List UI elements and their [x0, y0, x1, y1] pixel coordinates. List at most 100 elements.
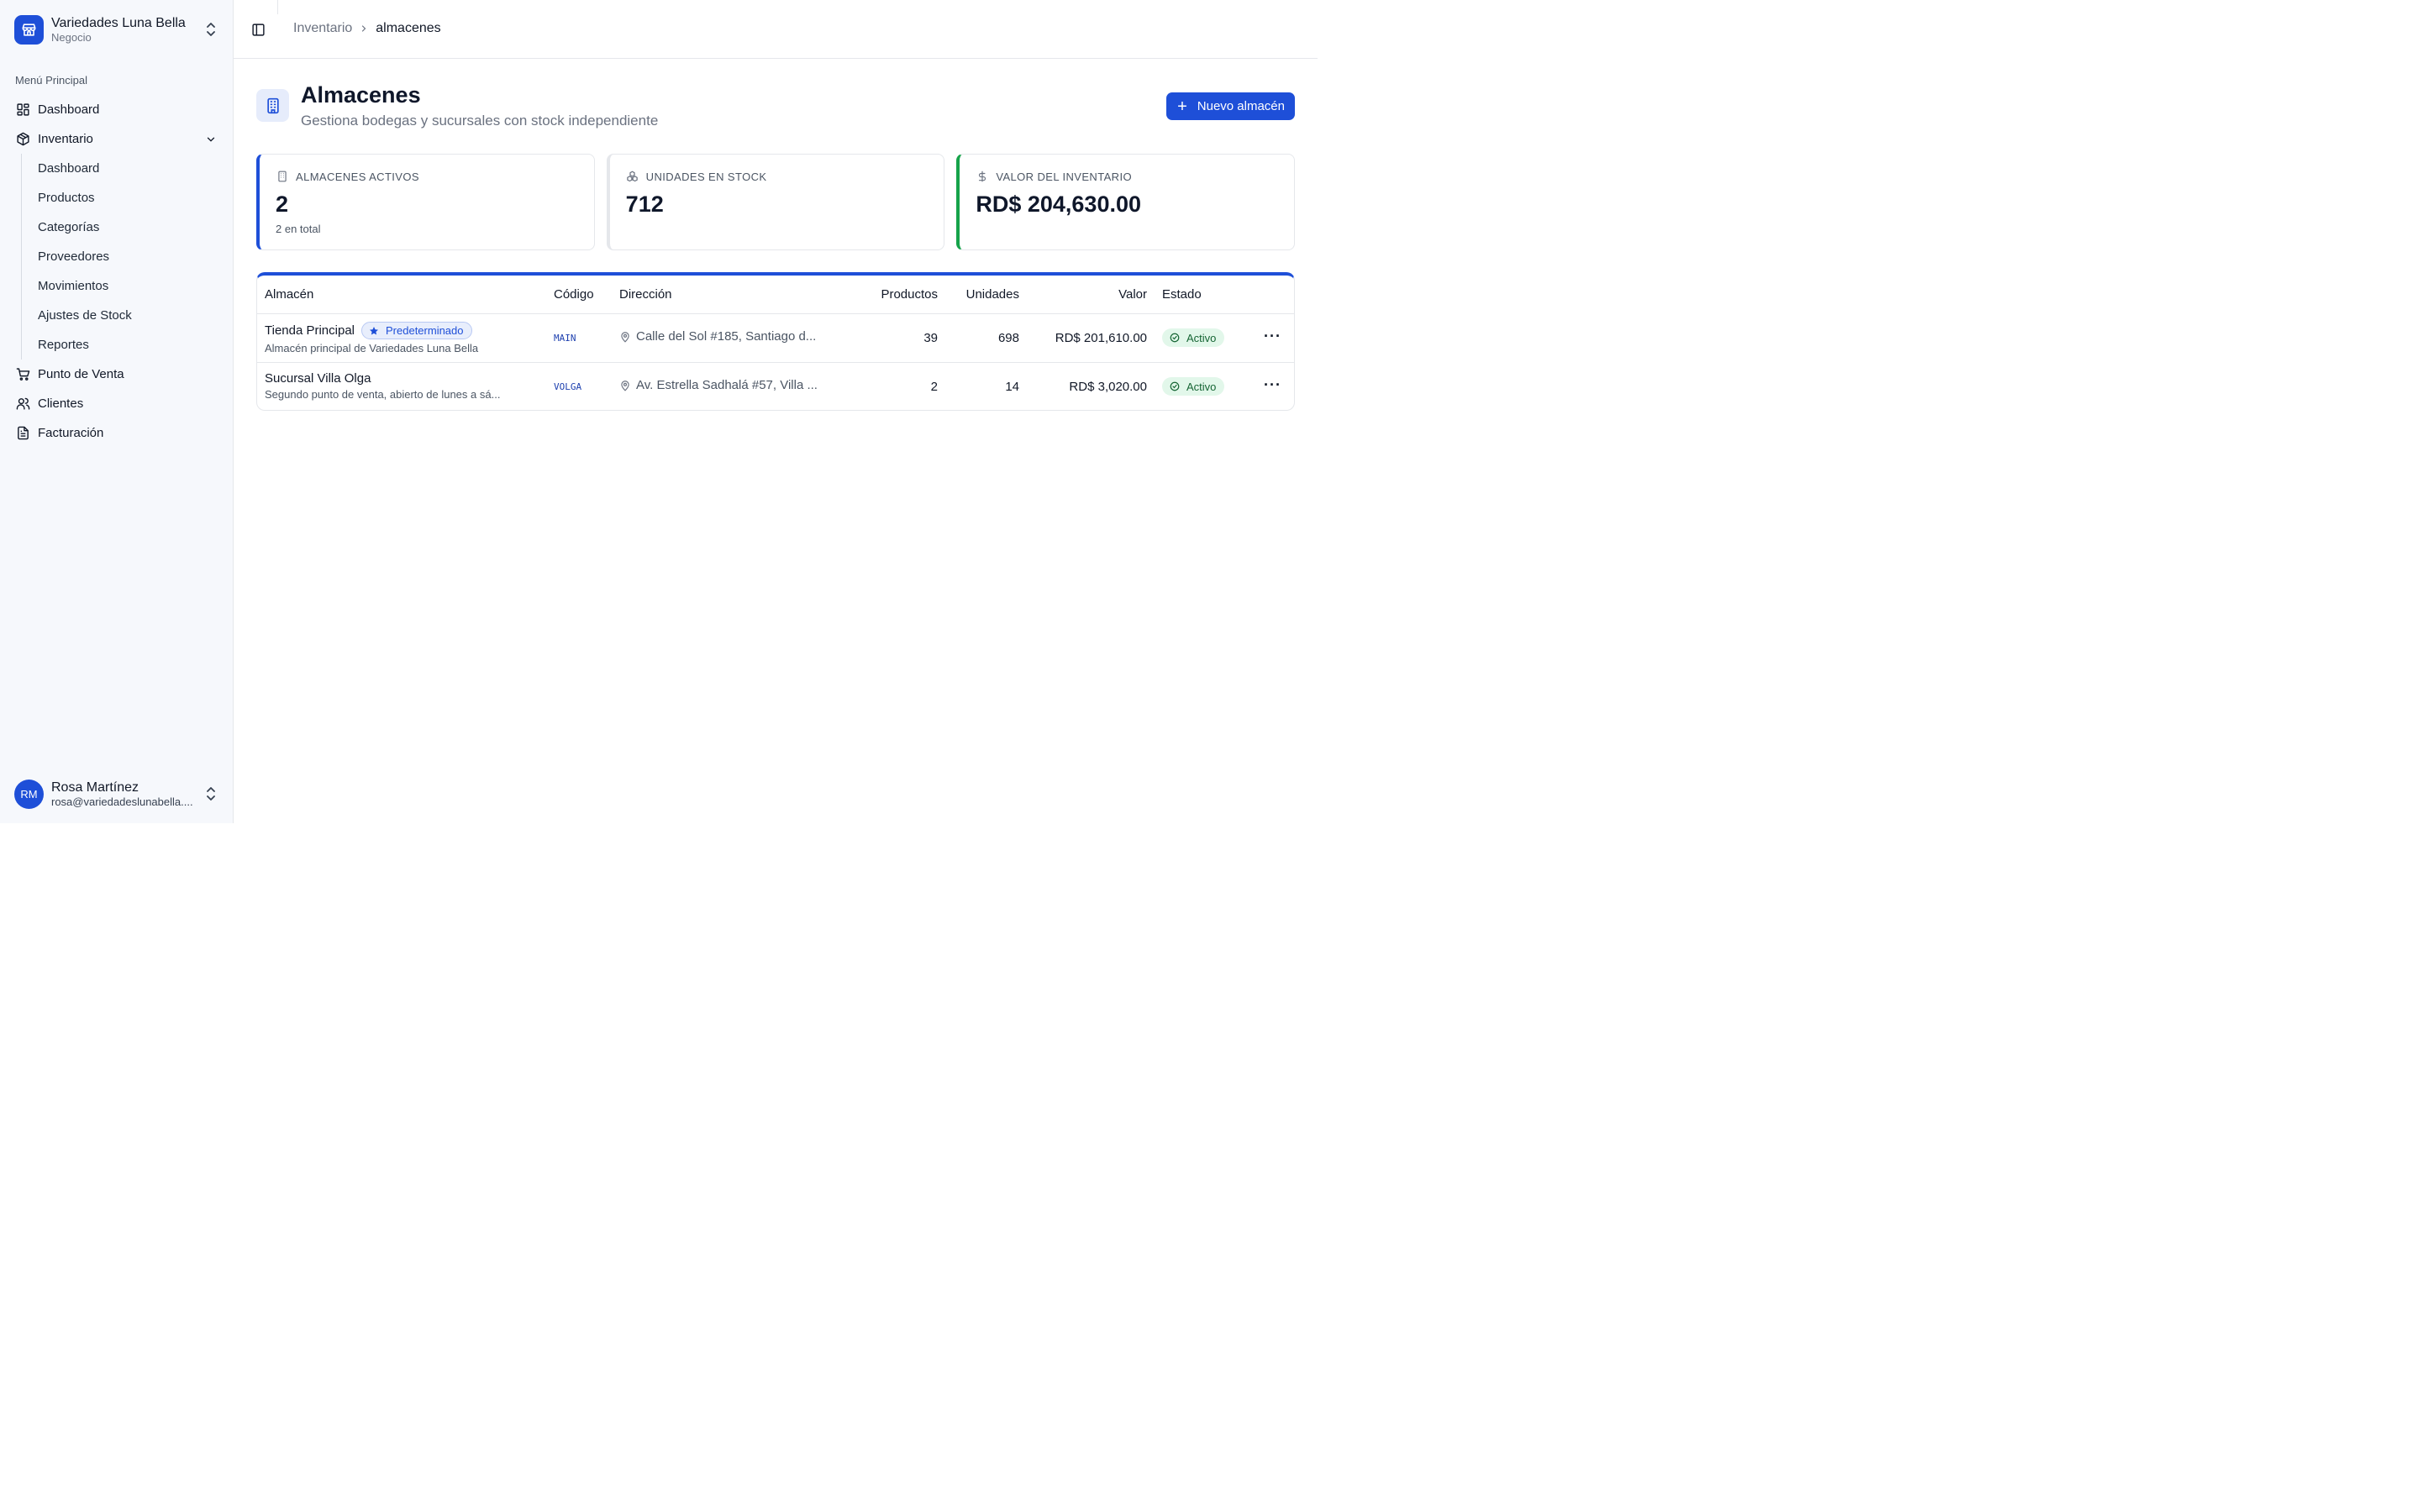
- warehouse-units: 14: [1005, 380, 1019, 394]
- chevrons-up-down-icon: [207, 787, 215, 801]
- menu-section-label: Menú Principal: [15, 74, 87, 87]
- column-header-address[interactable]: Dirección: [619, 287, 672, 302]
- stat-label: VALOR DEL INVENTARIO: [996, 170, 1132, 183]
- warehouse-address: Av. Estrella Sadhalá #57, Villa ...: [636, 378, 818, 392]
- sidebar-subitem-movimientos[interactable]: Movimientos: [38, 271, 225, 301]
- breadcrumb-current: almacenes: [376, 21, 441, 35]
- sidebar-item-label: Inventario: [38, 132, 93, 146]
- cart-icon: [15, 367, 30, 382]
- sidebar-item-punto-de-venta[interactable]: Punto de Venta: [8, 360, 225, 389]
- stat-card-active-warehouses: ALMACENES ACTIVOS 2 2 en total: [256, 154, 595, 250]
- sidebar-item-label: Punto de Venta: [38, 367, 124, 381]
- sidebar-item-facturacion[interactable]: Facturación: [8, 418, 225, 448]
- row-actions-button[interactable]: ···: [1264, 376, 1281, 394]
- new-warehouse-label: Nuevo almacén: [1197, 99, 1285, 113]
- sidebar-subitem-ajustes[interactable]: Ajustes de Stock: [38, 301, 225, 330]
- column-header-status[interactable]: Estado: [1162, 287, 1202, 302]
- main-nav: Dashboard Inventario Dashboard Productos…: [8, 95, 225, 448]
- stat-card-units-in-stock: UNIDADES EN STOCK 712: [606, 154, 945, 250]
- map-pin-icon: [619, 331, 631, 343]
- new-warehouse-button[interactable]: + Nuevo almacén: [1166, 92, 1295, 120]
- stat-card-inventory-value: VALOR DEL INVENTARIO RD$ 204,630.00: [956, 154, 1296, 250]
- warehouse-units: 698: [997, 331, 1019, 345]
- building-icon: [276, 170, 289, 183]
- table-row[interactable]: Tienda Principal Predeterminado Almacén …: [257, 314, 1294, 363]
- row-actions-button[interactable]: ···: [1264, 328, 1281, 345]
- inventory-submenu: Dashboard Productos Categorías Proveedor…: [21, 154, 225, 360]
- sidebar-item-clientes[interactable]: Clientes: [8, 389, 225, 418]
- top-bar: Inventario almacenes: [234, 0, 1318, 59]
- layout-grid-icon: [15, 102, 30, 118]
- store-icon: [14, 14, 44, 45]
- avatar: RM: [14, 779, 44, 809]
- status-badge: Activo: [1162, 377, 1225, 396]
- default-badge-label: Predeterminado: [386, 324, 464, 337]
- user-name: Rosa Martínez: [51, 780, 139, 795]
- page-header: Almacenes Gestiona bodegas y sucursales …: [256, 82, 1295, 133]
- plus-icon: +: [1177, 97, 1187, 116]
- warehouse-value: RD$ 201,610.00: [1055, 331, 1147, 345]
- warehouse-description: Almacén principal de Variedades Luna Bel…: [265, 342, 479, 354]
- more-horizontal-icon: ···: [1264, 328, 1281, 344]
- column-header-code[interactable]: Código: [554, 287, 594, 302]
- sidebar-subitem-categorias[interactable]: Categorías: [38, 213, 225, 242]
- stat-label: ALMACENES ACTIVOS: [296, 170, 419, 183]
- column-header-warehouse[interactable]: Almacén: [265, 287, 313, 302]
- chevron-right-icon: [359, 24, 369, 34]
- boxes-icon: [626, 170, 639, 183]
- warehouse-name: Tienda Principal: [265, 323, 355, 338]
- user-email: rosa@variedadeslunabella....: [51, 795, 193, 808]
- sidebar-item-dashboard[interactable]: Dashboard: [8, 95, 225, 124]
- warehouse-description: Segundo punto de venta, abierto de lunes…: [265, 388, 501, 401]
- default-badge: Predeterminado: [361, 322, 472, 339]
- sidebar-item-label: Dashboard: [38, 102, 100, 117]
- sidebar: Variedades Luna Bella Negocio Menú Princ…: [0, 0, 234, 823]
- stat-value: 712: [625, 192, 664, 217]
- package-icon: [15, 132, 30, 147]
- business-switcher[interactable]: Variedades Luna Bella Negocio: [14, 13, 223, 45]
- stat-value: RD$ 204,630.00: [976, 192, 1141, 217]
- star-icon: [369, 326, 379, 336]
- page-subtitle: Gestiona bodegas y sucursales con stock …: [301, 113, 659, 129]
- column-header-products[interactable]: Productos: [881, 287, 938, 302]
- warehouse-products: 2: [930, 380, 938, 394]
- sidebar-item-label: Clientes: [38, 396, 84, 411]
- sidebar-subitem-productos[interactable]: Productos: [38, 183, 225, 213]
- more-horizontal-icon: ···: [1264, 376, 1281, 393]
- status-label: Activo: [1186, 380, 1217, 393]
- users-icon: [15, 396, 30, 412]
- breadcrumb: Inventario almacenes: [293, 21, 441, 36]
- map-pin-icon: [619, 380, 631, 391]
- status-badge: Activo: [1162, 328, 1225, 347]
- warehouse-code: VOLGA: [554, 381, 582, 392]
- table-row[interactable]: Sucursal Villa Olga Segundo punto de ven…: [257, 363, 1294, 410]
- stats-row: ALMACENES ACTIVOS 2 2 en total UNIDADES …: [256, 154, 1296, 250]
- user-menu[interactable]: RM Rosa Martínez rosa@variedadeslunabell…: [14, 778, 223, 810]
- warehouse-value: RD$ 3,020.00: [1069, 380, 1147, 394]
- main-content: Inventario almacenes Almacenes Gestiona …: [234, 0, 1318, 823]
- warehouse-products: 39: [923, 331, 938, 345]
- divider: [277, 0, 278, 14]
- sidebar-subitem-reportes[interactable]: Reportes: [38, 330, 225, 360]
- warehouse-name: Sucursal Villa Olga: [265, 371, 371, 386]
- business-name: Variedades Luna Bella: [51, 15, 186, 30]
- table-header: Almacén Código Dirección Productos Unida…: [257, 276, 1294, 314]
- sidebar-item-label: Facturación: [38, 426, 104, 440]
- stat-label: UNIDADES EN STOCK: [645, 170, 767, 183]
- breadcrumb-inventario[interactable]: Inventario: [293, 21, 352, 36]
- column-header-units[interactable]: Unidades: [966, 287, 1019, 302]
- chevrons-up-down-icon: [207, 23, 215, 36]
- sidebar-subitem-dashboard[interactable]: Dashboard: [38, 154, 225, 183]
- business-type: Negocio: [51, 30, 92, 44]
- column-header-value[interactable]: Valor: [1118, 287, 1147, 302]
- warehouse-code: MAIN: [554, 333, 576, 344]
- sidebar-item-inventario[interactable]: Inventario: [8, 124, 225, 154]
- chevron-down-icon: [207, 137, 215, 142]
- sidebar-toggle-button[interactable]: [250, 21, 266, 38]
- sidebar-subitem-proveedores[interactable]: Proveedores: [38, 242, 225, 271]
- page-title: Almacenes: [301, 82, 421, 108]
- panel-left-icon: [251, 23, 265, 36]
- status-label: Activo: [1186, 331, 1217, 344]
- file-text-icon: [15, 426, 30, 441]
- dollar-icon: [976, 170, 989, 183]
